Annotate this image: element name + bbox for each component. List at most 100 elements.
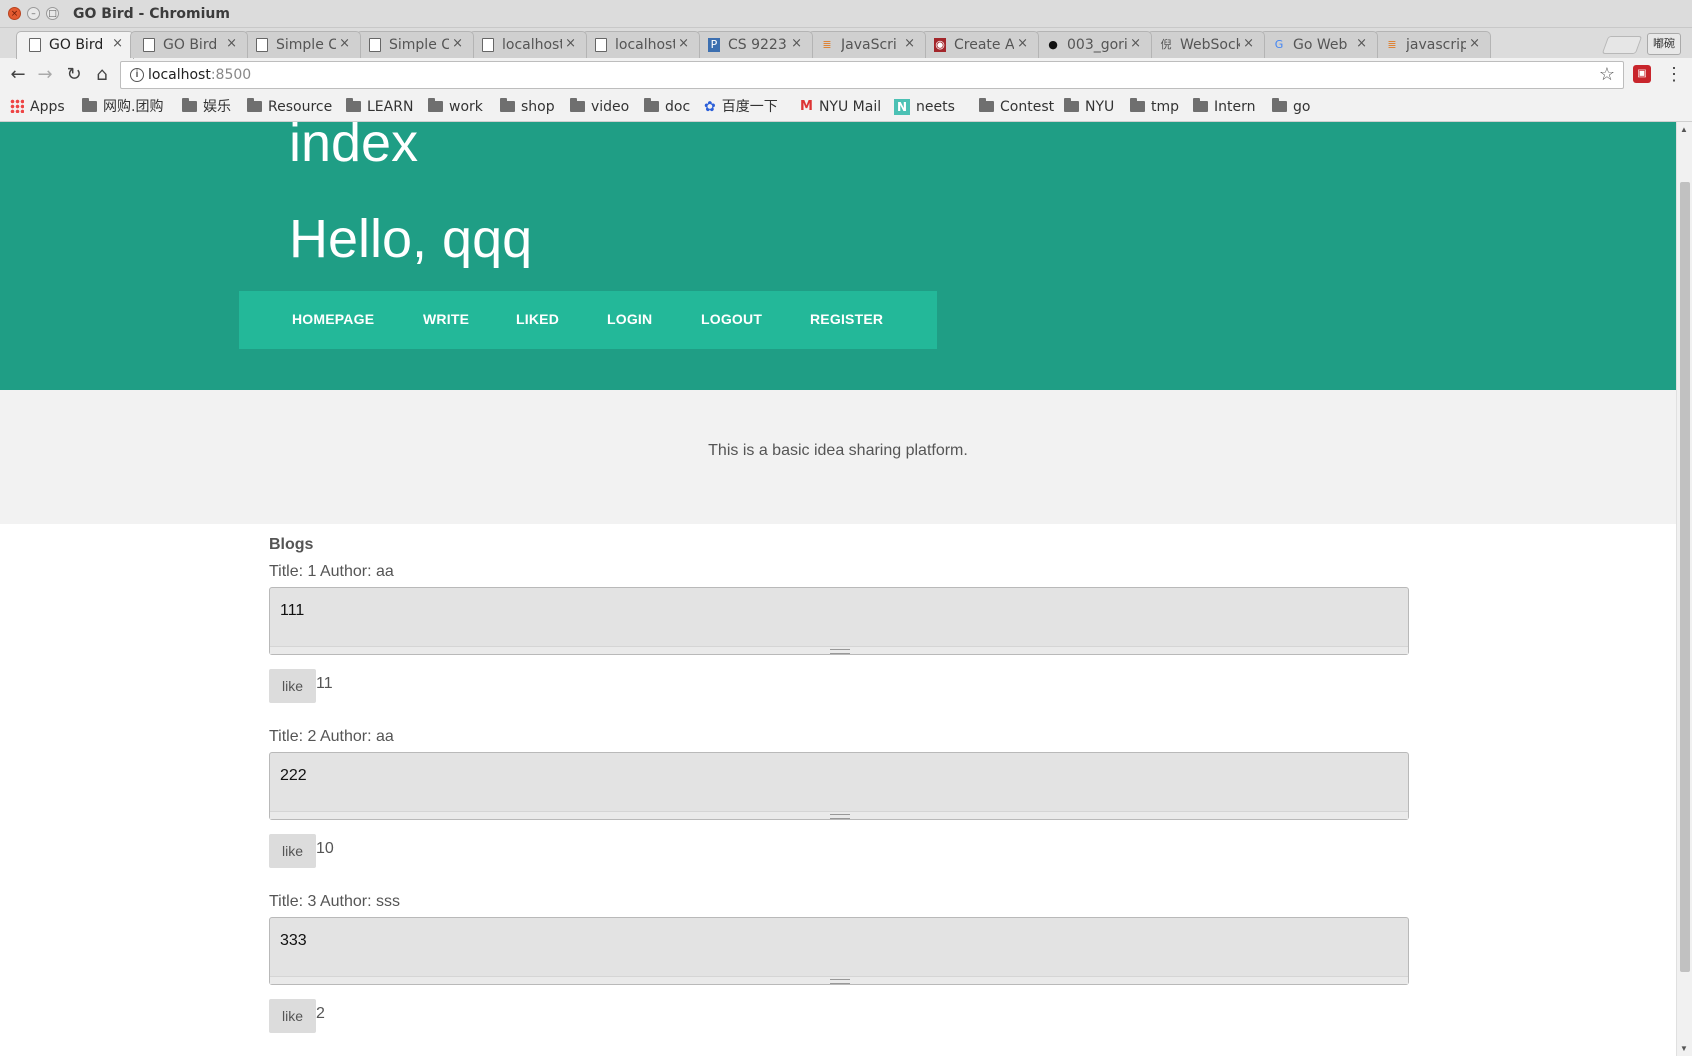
reload-icon[interactable]: ↻ [62, 63, 86, 87]
info-icon[interactable]: i [130, 68, 144, 82]
tab-close-icon[interactable]: × [678, 36, 689, 51]
browser-menu-icon[interactable]: ⋮ [1665, 64, 1683, 85]
window-maximize-icon[interactable]: □ [46, 7, 59, 20]
tab-close-icon[interactable]: × [1469, 36, 1480, 51]
bookmark-item[interactable]: Intern [1193, 97, 1256, 117]
tab-close-icon[interactable]: × [339, 36, 350, 51]
bookmark-item[interactable]: LEARN [346, 97, 413, 117]
tab-close-icon[interactable]: × [1356, 36, 1367, 51]
forward-icon[interactable]: → [33, 63, 57, 87]
nav-login[interactable]: LOGIN [607, 311, 652, 327]
blogs-heading: Blogs [269, 536, 314, 553]
bookmark-label: Contest [1000, 99, 1055, 115]
intro-section: This is a basic idea sharing platform. [0, 390, 1676, 524]
bookmark-item[interactable]: Contest [979, 97, 1054, 117]
bookmark-item[interactable]: Apps [10, 97, 65, 117]
page-viewport: index Hello, qqq HOMEPAGE WRITE LIKED LO… [0, 122, 1692, 1056]
page-icon [29, 38, 41, 52]
tab-close-icon[interactable]: × [565, 36, 576, 51]
main-nav: HOMEPAGE WRITE LIKED LOGIN LOGOUT REGIST… [239, 291, 937, 349]
nav-register[interactable]: REGISTER [810, 311, 883, 327]
window-close-icon[interactable]: × [8, 7, 21, 20]
browser-tab[interactable]: 倪 WebSock × [1147, 31, 1265, 58]
profile-button[interactable]: 嘟碗 [1647, 33, 1681, 55]
bookmark-item[interactable]: Resource [247, 97, 332, 117]
resize-handle[interactable] [270, 976, 1408, 984]
back-icon[interactable]: ← [6, 63, 30, 87]
bookmark-item[interactable]: go [1272, 97, 1310, 117]
folder-icon [182, 97, 197, 112]
browser-tab[interactable]: localhost × [582, 31, 700, 58]
tab-close-icon[interactable]: × [452, 36, 463, 51]
bookmark-item[interactable]: M NYU Mail [800, 97, 881, 117]
bookmark-item[interactable]: work [428, 97, 483, 117]
browser-tab[interactable]: Simple C × [356, 31, 474, 58]
like-button[interactable]: like [269, 834, 316, 868]
nav-logout[interactable]: LOGOUT [701, 311, 762, 327]
like-count: 11 [316, 675, 333, 692]
address-host: localhost [148, 67, 211, 83]
bookmark-item[interactable]: NYU [1064, 97, 1114, 117]
post-textarea[interactable]: 333 [269, 917, 1409, 985]
bookmark-item[interactable]: doc [644, 97, 690, 117]
browser-tab[interactable]: ◉ Create A × [921, 31, 1039, 58]
bookmark-item[interactable]: ✿ 百度一下 [704, 97, 778, 117]
nav-homepage[interactable]: HOMEPAGE [292, 311, 374, 327]
post-body: 111 [280, 602, 305, 619]
browser-tab[interactable]: ≣ javascrip × [1373, 31, 1491, 58]
post-textarea[interactable]: 222 [269, 752, 1409, 820]
tab-close-icon[interactable]: × [1130, 36, 1141, 51]
browser-tab[interactable]: GO Bird × [130, 31, 248, 58]
resize-handle[interactable] [270, 811, 1408, 819]
bookmark-item[interactable]: shop [500, 97, 555, 117]
page-icon [256, 38, 268, 52]
window-minimize-icon[interactable]: – [27, 7, 40, 20]
browser-tab[interactable]: Simple C × [243, 31, 361, 58]
scrollbar-thumb[interactable] [1680, 182, 1690, 972]
scroll-down-icon[interactable]: ▼ [1680, 1044, 1688, 1053]
like-button[interactable]: like [269, 669, 316, 703]
browser-tab[interactable]: GO Bird × [16, 31, 134, 59]
tab-title: Create A [954, 37, 1014, 53]
bookmark-label: shop [521, 99, 555, 115]
resize-handle[interactable] [270, 646, 1408, 654]
bookmark-label: work [449, 99, 483, 115]
post-body: 222 [280, 767, 307, 784]
like-button[interactable]: like [269, 999, 316, 1033]
post-meta: Title: 2 Author: aa [269, 728, 394, 745]
tab-close-icon[interactable]: × [1243, 36, 1254, 51]
bookmark-item[interactable]: tmp [1130, 97, 1179, 117]
post-textarea[interactable]: 111 [269, 587, 1409, 655]
scroll-up-icon[interactable]: ▲ [1680, 125, 1688, 134]
nav-write[interactable]: WRITE [423, 311, 469, 327]
bookmark-star-icon[interactable]: ☆ [1599, 64, 1615, 85]
like-count: 2 [316, 1005, 325, 1022]
browser-tab[interactable]: P CS 9223 × [695, 31, 813, 58]
browser-tab[interactable]: G Go Web I × [1260, 31, 1378, 58]
tab-close-icon[interactable]: × [791, 36, 802, 51]
tab-close-icon[interactable]: × [904, 36, 915, 51]
tab-close-icon[interactable]: × [112, 36, 123, 51]
home-icon[interactable]: ⌂ [90, 63, 114, 87]
bookmark-item[interactable]: 网购.团购 [82, 97, 163, 117]
tab-close-icon[interactable]: × [1017, 36, 1028, 51]
extension-icon[interactable]: ▣ [1633, 65, 1651, 83]
vertical-scrollbar[interactable]: ▲ ▼ [1676, 122, 1692, 1056]
browser-tab[interactable]: ≣ JavaScri × [808, 31, 926, 58]
tab-close-icon[interactable]: × [226, 36, 237, 51]
nav-liked[interactable]: LIKED [516, 311, 559, 327]
bookmark-item[interactable]: 娱乐 [182, 97, 231, 117]
bookmark-label: Intern [1214, 99, 1256, 115]
browser-tab[interactable]: localhost × [469, 31, 587, 58]
bookmark-label: tmp [1151, 99, 1180, 115]
bookmark-item[interactable]: Nneets [894, 97, 955, 117]
browser-tab[interactable]: ● 003_gori × [1034, 31, 1152, 58]
bookmark-label: NYU Mail [818, 99, 882, 115]
blog-post: Title: 3 Author: sss 333 like 2 [269, 893, 1409, 1056]
post-meta: Title: 1 Author: aa [269, 563, 394, 580]
page-content: index Hello, qqq HOMEPAGE WRITE LIKED LO… [0, 122, 1676, 1056]
new-tab-button[interactable] [1601, 36, 1643, 54]
baidu-icon: ✿ [704, 99, 716, 115]
bookmark-item[interactable]: video [570, 97, 629, 117]
address-bar[interactable]: i localhost:8500 ☆ [120, 61, 1624, 89]
